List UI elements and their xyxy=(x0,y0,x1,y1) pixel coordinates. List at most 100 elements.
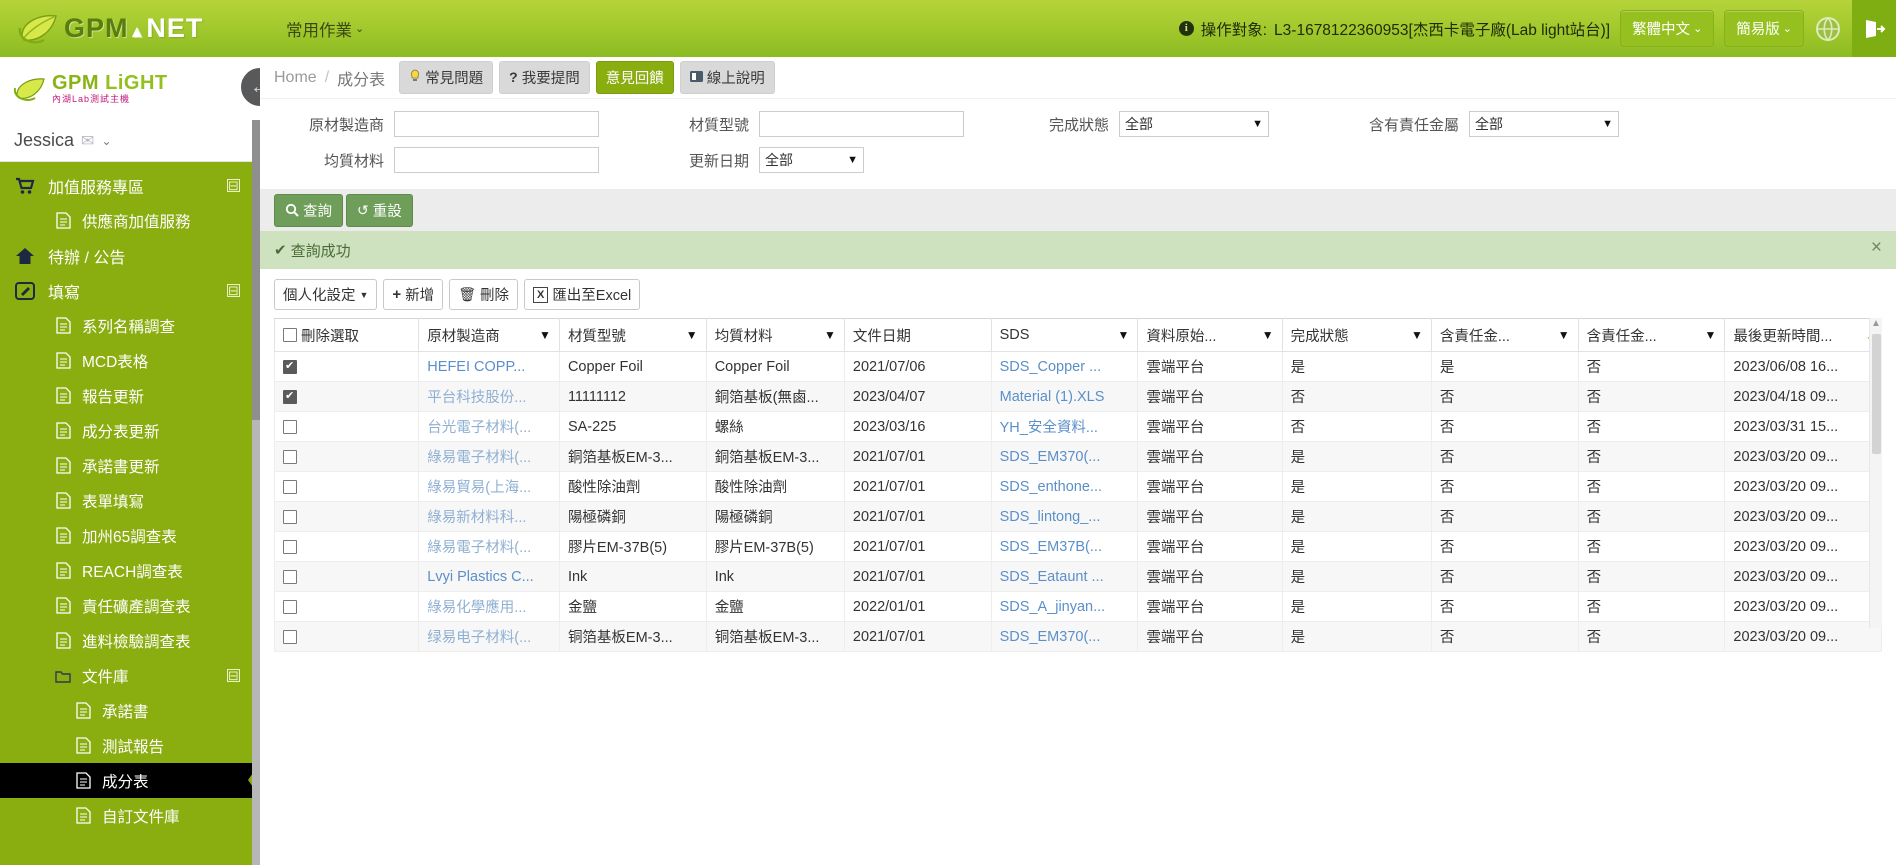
sidebar-collapse-button[interactable]: ← xyxy=(238,65,260,109)
sidebar-item-13[interactable]: 進料檢驗調查表 xyxy=(0,623,260,658)
cell-maker[interactable]: HEFEI COPP... xyxy=(418,351,560,382)
sds-link[interactable]: SDS_enthone... xyxy=(1000,479,1102,495)
sidebar-item-5[interactable]: MCD表格 xyxy=(0,343,260,378)
table-vertical-scrollbar[interactable]: ▲ xyxy=(1869,318,1882,628)
sds-link[interactable]: SDS_Copper ... xyxy=(1000,359,1102,375)
sidebar-item-14[interactable]: 文件庫 ⊟ xyxy=(0,658,260,693)
sds-link[interactable]: YH_安全資料... xyxy=(1000,420,1098,436)
raw-material-maker-input[interactable] xyxy=(394,111,599,137)
row-checkbox[interactable] xyxy=(283,479,297,494)
sidebar-logo[interactable]: GPM LiGHT 內湖Lab測試主機 ← xyxy=(0,57,260,120)
cell-maker[interactable]: 绿易电子材料(... xyxy=(418,621,560,652)
scroll-up-arrow-icon[interactable]: ▲ xyxy=(1870,318,1882,329)
cell-sds[interactable]: SDS_Eataunt ... xyxy=(990,561,1139,592)
cell-sds[interactable]: SDS_A_jinyan... xyxy=(990,591,1139,622)
completion-status-select[interactable]: 全部 ▼ xyxy=(1119,111,1269,137)
sidebar-item-3[interactable]: 填寫 ⊟ xyxy=(0,273,260,308)
sidebar-item-12[interactable]: 責任礦產調查表 xyxy=(0,588,260,623)
table-row[interactable]: Lvyi Plastics C... Ink Ink 2021/07/01 SDS_Ea… xyxy=(273,561,1882,592)
row-checkbox[interactable] xyxy=(283,449,297,464)
table-row[interactable]: 台光電子材料(... SA-225 螺絲 2023/03/16 YH_安全資料... 雲端… xyxy=(273,411,1882,442)
row-select-cell[interactable] xyxy=(273,471,420,502)
breadcrumb-home[interactable]: Home xyxy=(274,69,317,87)
cell-maker[interactable]: 綠易新材料科... xyxy=(418,501,560,532)
language-switch-button[interactable]: 繁體中文 ⌄ xyxy=(1620,10,1715,47)
sidebar-item-18[interactable]: 自訂文件庫 xyxy=(0,798,260,833)
toolbar-button-0[interactable]: 個人化設定 ▼ xyxy=(274,279,378,310)
table-row[interactable]: 平台科技股份... 11111112銅箔基板(無鹵...2023/04/07 Mat… xyxy=(273,381,1882,412)
table-column-header-7[interactable]: 完成狀態 ▼ xyxy=(1281,318,1432,352)
table-column-header-9[interactable]: 含責任金... ▼ xyxy=(1577,318,1726,352)
search-button[interactable]: 查詢 xyxy=(274,193,343,227)
responsible-metal-select[interactable]: 全部 ▼ xyxy=(1469,111,1619,137)
table-row[interactable]: 綠易電子材料(... 銅箔基板EM-3... 銅箔基板EM-3... 2021/07/… xyxy=(273,441,1882,472)
cell-sds[interactable]: SDS_enthone... xyxy=(990,471,1139,502)
select-all-checkbox[interactable] xyxy=(283,328,297,342)
column-filter-icon[interactable]: ▼ xyxy=(1117,328,1129,342)
row-select-cell[interactable] xyxy=(273,381,420,412)
row-checkbox[interactable] xyxy=(283,509,297,524)
header-button-1[interactable]: ? 我要提問 xyxy=(499,61,590,94)
cell-sds[interactable]: YH_安全資料... xyxy=(990,411,1139,442)
column-filter-icon[interactable]: ▼ xyxy=(1411,328,1423,342)
cell-maker[interactable]: Lvyi Plastics C... xyxy=(418,561,560,592)
sds-link[interactable]: SDS_A_jinyan... xyxy=(1000,599,1106,615)
table-row[interactable]: 綠易化學應用... 金鹽 金鹽 2022/01/01 SDS_A_jinyan... 雲端… xyxy=(273,591,1882,622)
table-scrollbar-thumb[interactable] xyxy=(1872,334,1881,454)
row-checkbox[interactable] xyxy=(283,419,297,434)
cell-maker[interactable]: 綠易電子材料(... xyxy=(418,441,560,472)
table-column-header-0[interactable]: 刪除選取 xyxy=(273,318,420,352)
maker-link[interactable]: 綠易貿易(上海... xyxy=(427,480,531,496)
table-column-header-3[interactable]: 均質材料 ▼ xyxy=(705,318,845,352)
header-button-2[interactable]: 意見回饋 xyxy=(595,61,674,94)
alert-close-button[interactable]: × xyxy=(1871,237,1882,259)
column-filter-icon[interactable]: ▼ xyxy=(824,328,836,342)
sidebar-item-15[interactable]: 承諾書 xyxy=(0,693,260,728)
sidebar-item-4[interactable]: 系列名稱調查 xyxy=(0,308,260,343)
maker-link[interactable]: 綠易新材料科... xyxy=(427,510,526,526)
sidebar-item-8[interactable]: 承諾書更新 xyxy=(0,448,260,483)
cell-sds[interactable]: SDS_EM37B(... xyxy=(990,531,1139,562)
row-select-cell[interactable] xyxy=(273,561,420,592)
row-select-cell[interactable] xyxy=(273,411,420,442)
row-select-cell[interactable] xyxy=(273,501,420,532)
table-column-header-1[interactable]: 原材製造商 ▼ xyxy=(418,318,560,352)
envelope-icon[interactable]: ✉ xyxy=(81,131,94,151)
column-filter-icon[interactable]: ▼ xyxy=(686,328,698,342)
table-column-header-10[interactable]: 最後更新時間...↓ xyxy=(1724,318,1882,352)
row-select-cell[interactable] xyxy=(273,531,420,562)
sidebar-item-1[interactable]: 供應商加值服務 xyxy=(0,203,260,238)
table-column-header-4[interactable]: 文件日期 xyxy=(843,318,992,352)
cell-sds[interactable]: Material (1).XLS xyxy=(990,381,1139,412)
sidebar-item-0[interactable]: 加值服務專區 ⊟ xyxy=(0,168,260,203)
table-row[interactable]: 绿易电子材料(... 铜箔基板EM-3... 铜箔基板EM-3... 2021/07/… xyxy=(273,621,1882,652)
sidebar-item-17[interactable]: 成分表 xyxy=(0,763,260,798)
homogeneous-material-input[interactable] xyxy=(394,147,599,173)
sds-link[interactable]: SDS_lintong_... xyxy=(1000,509,1101,525)
table-column-header-2[interactable]: 材質型號 ▼ xyxy=(558,318,707,352)
row-select-cell[interactable] xyxy=(273,351,420,382)
maker-link[interactable]: 綠易電子材料(... xyxy=(427,540,531,556)
row-checkbox[interactable] xyxy=(283,388,297,404)
toolbar-button-3[interactable]: X 匯出至Excel xyxy=(523,279,641,310)
cell-maker[interactable]: 綠易貿易(上海... xyxy=(418,471,560,502)
cell-maker[interactable]: 台光電子材料(... xyxy=(418,411,560,442)
maker-link[interactable]: 台光電子材料(... xyxy=(427,420,531,436)
table-row[interactable]: 綠易貿易(上海... 酸性除油劑 酸性除油劑 2021/07/01 SDS_enthon… xyxy=(273,471,1882,502)
sidebar-item-16[interactable]: 測試報告 xyxy=(0,728,260,763)
maker-link[interactable]: 平台科技股份... xyxy=(427,390,526,406)
sidebar-expander-icon[interactable]: ⊟ xyxy=(227,179,240,192)
column-filter-icon[interactable]: ▼ xyxy=(1262,328,1274,342)
maker-link[interactable]: 綠易化學應用... xyxy=(427,600,526,616)
globe-icon[interactable] xyxy=(1814,15,1842,43)
material-model-input[interactable] xyxy=(759,111,964,137)
cell-sds[interactable]: SDS_EM370(... xyxy=(990,621,1139,652)
table-column-header-5[interactable]: SDS ▼ xyxy=(990,318,1139,352)
maker-link[interactable]: 绿易电子材料(... xyxy=(427,630,531,646)
user-menu[interactable]: Jessica ✉ ⌄ xyxy=(0,120,260,162)
sidebar-item-2[interactable]: 待辦 / 公告 xyxy=(0,238,260,273)
simple-version-button[interactable]: 簡易版 ⌄ xyxy=(1724,10,1804,47)
maker-link[interactable]: Lvyi Plastics C... xyxy=(427,569,533,585)
column-filter-icon[interactable]: ▼ xyxy=(1558,328,1570,342)
sds-link[interactable]: Material (1).XLS xyxy=(1000,389,1105,405)
